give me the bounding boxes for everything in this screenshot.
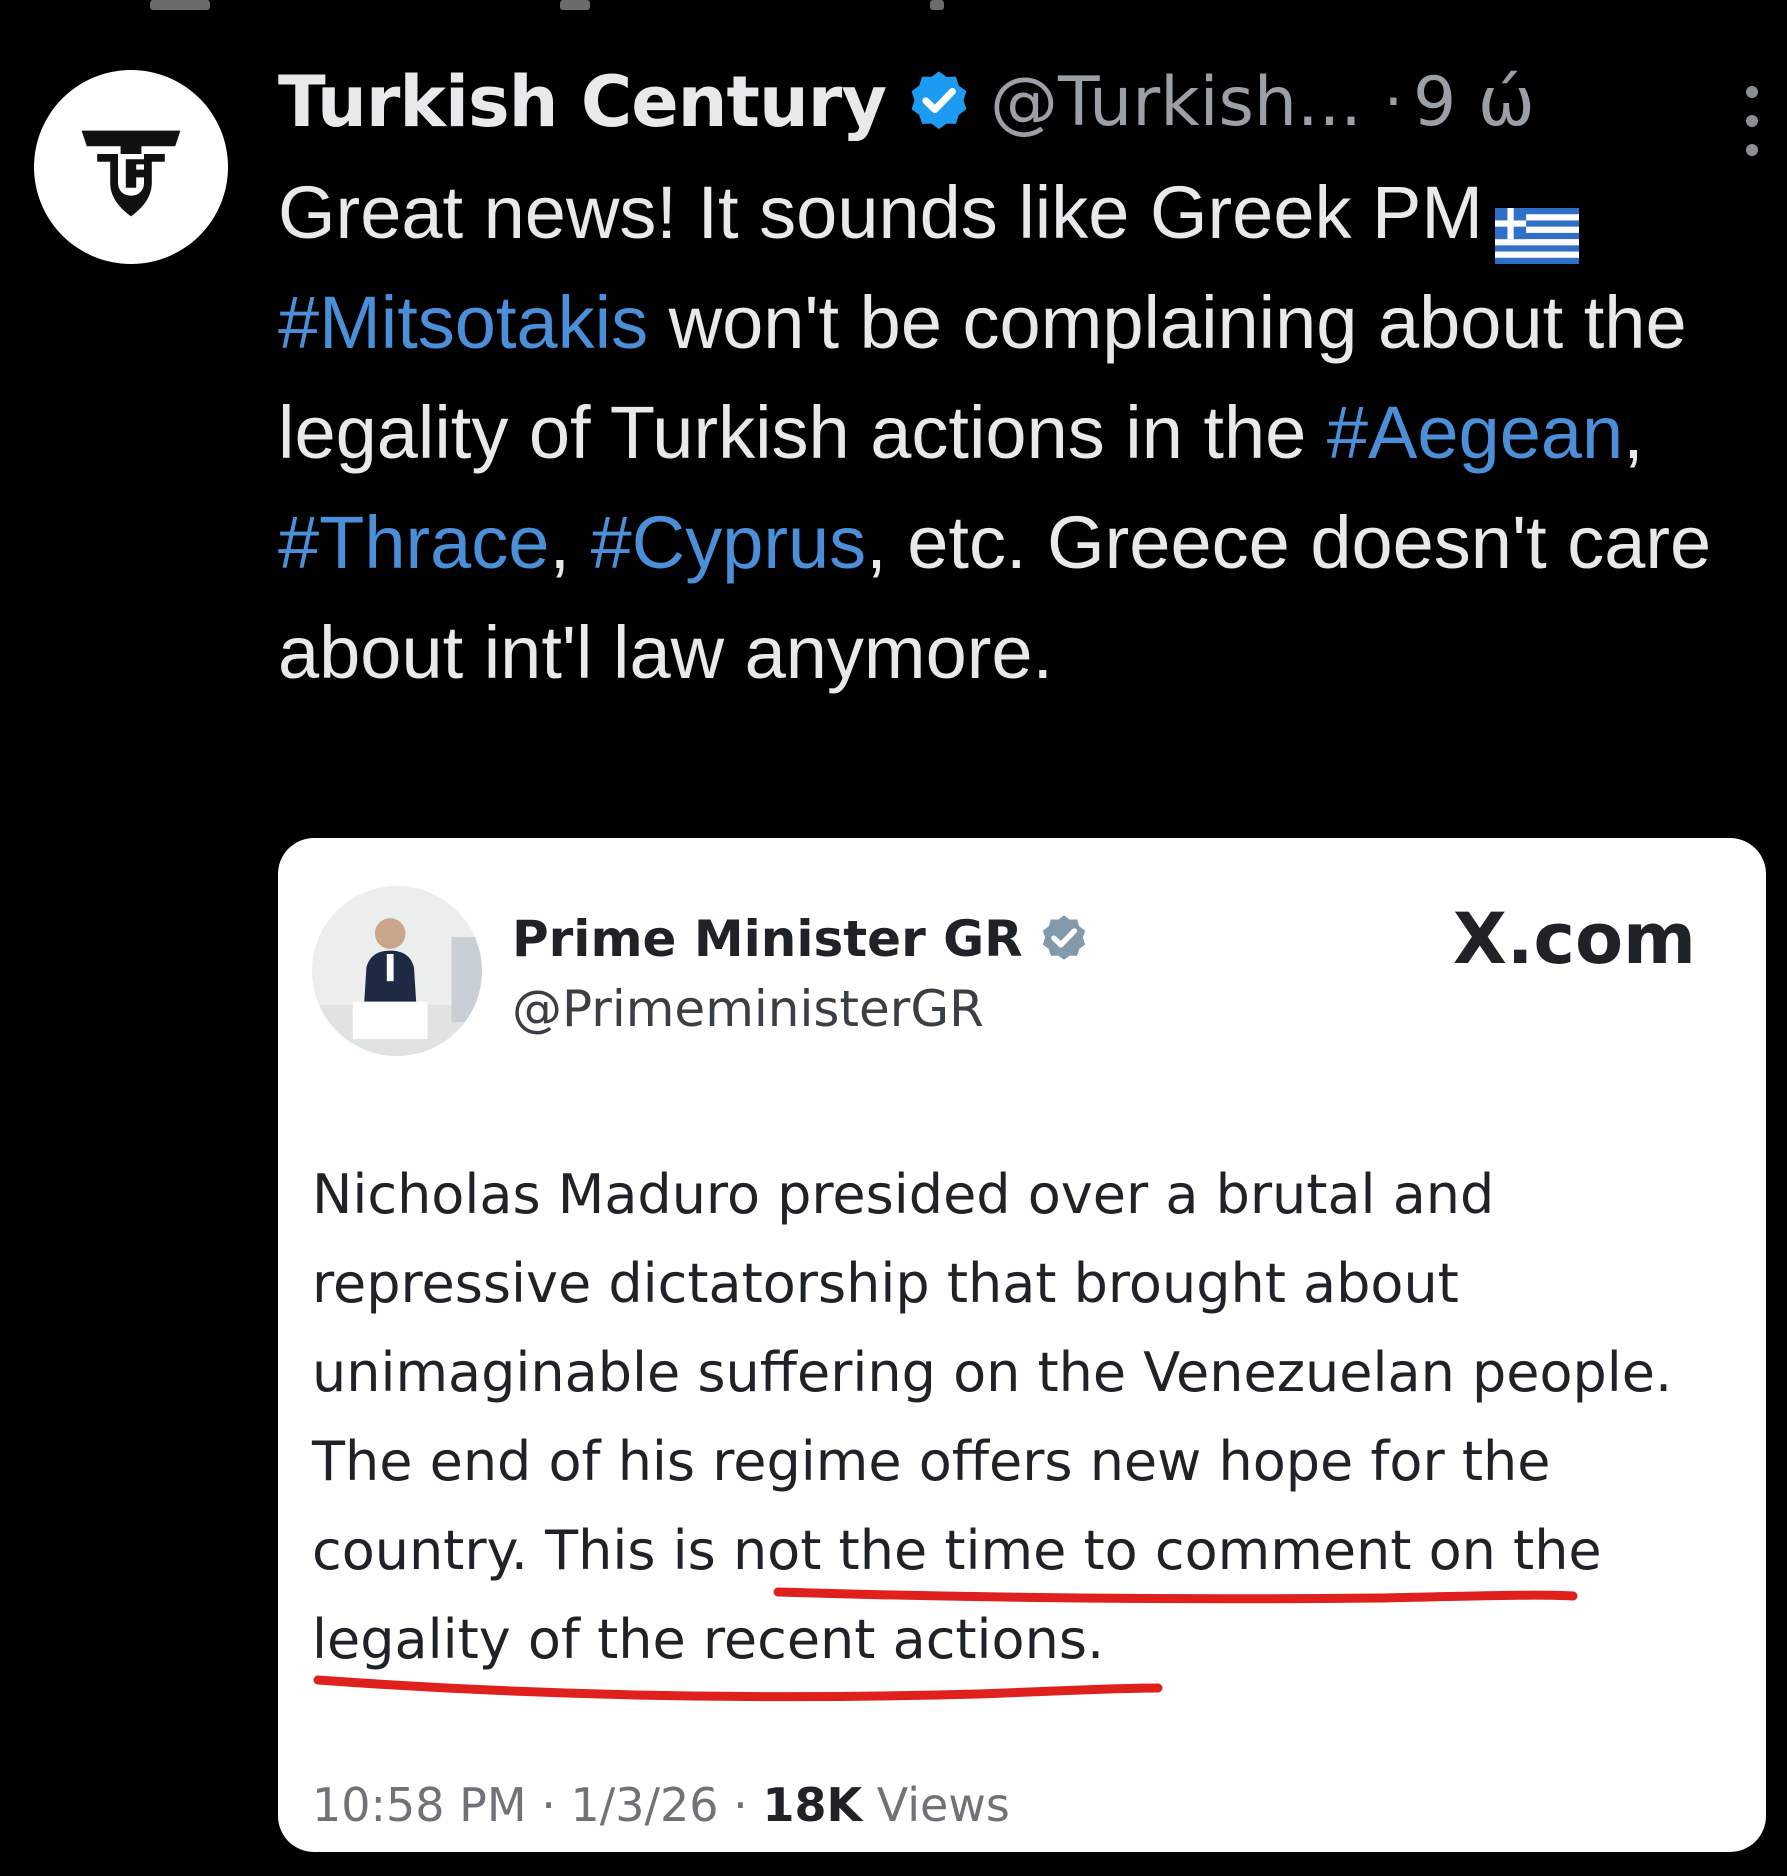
tweet-header: Turkish Century @Turkish... · 9 ώ: [278, 52, 1768, 152]
quote-author-name: Prime Minister GR: [512, 910, 1091, 968]
hashtag-cyprus[interactable]: #Cyprus: [591, 501, 867, 584]
tweet-text-part: ,: [1623, 391, 1644, 474]
quote-body: Nicholas Maduro presided over a brutal a…: [312, 1150, 1742, 1684]
author-name[interactable]: Turkish Century: [278, 61, 887, 143]
gray-verified-badge-icon: [1037, 912, 1091, 966]
x-com-logo: X.com: [1452, 898, 1696, 980]
footer-separator: ·: [526, 1778, 571, 1832]
tweet-text: Great news! It sounds like Greek PM #Mit…: [278, 158, 1758, 708]
embedded-post-image[interactable]: Prime Minister GR @PrimeministerGR X.com…: [278, 838, 1766, 1852]
author-avatar[interactable]: [34, 70, 228, 264]
tweet-timestamp[interactable]: 9 ώ: [1413, 63, 1535, 142]
hashtag-mitsotakis[interactable]: #Mitsotakis: [278, 281, 648, 364]
header-separator: ·: [1383, 67, 1403, 137]
more-vertical-icon[interactable]: [1737, 86, 1767, 156]
greece-flag-icon: [1495, 184, 1580, 265]
quote-author-name-text: Prime Minister GR: [512, 910, 1023, 968]
previous-post-edge: [0, 0, 1787, 14]
tweet-text-part: Great news! It sounds like Greek PM: [278, 171, 1484, 254]
footer-separator: ·: [718, 1778, 763, 1832]
hashtag-aegean[interactable]: #Aegean: [1327, 391, 1623, 474]
quote-date: 1/3/26: [570, 1778, 719, 1832]
quote-author-handle: @PrimeministerGR: [512, 980, 984, 1038]
tweet-text-part: ,: [549, 501, 591, 584]
quote-time: 10:58 PM: [312, 1778, 527, 1832]
verified-badge-icon: [904, 67, 974, 137]
quote-author-avatar: [312, 886, 482, 1056]
turkish-century-logo-icon: [81, 130, 181, 217]
views-count: 18K: [762, 1778, 863, 1832]
hashtag-thrace[interactable]: #Thrace: [278, 501, 549, 584]
quote-footer: 10:58 PM · 1/3/26 · 18K Views: [312, 1778, 1010, 1832]
views-label: Views: [862, 1778, 1010, 1832]
author-handle[interactable]: @Turkish...: [990, 63, 1362, 142]
